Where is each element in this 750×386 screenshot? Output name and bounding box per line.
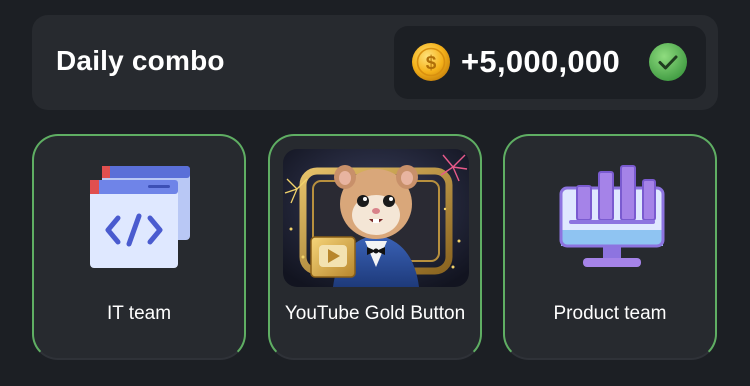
reward-pill: $ +5,000,000 xyxy=(394,26,706,99)
combo-card-it-team[interactable]: IT team xyxy=(32,134,246,360)
monitor-chart-icon xyxy=(559,165,665,267)
combo-card-youtube-gold-button[interactable]: YouTube Gold Button xyxy=(268,134,482,360)
combo-card-label: IT team xyxy=(106,303,172,324)
check-circle-icon xyxy=(649,43,687,81)
code-window-icon xyxy=(90,166,190,268)
reward-amount: +5,000,000 xyxy=(461,44,621,79)
daily-combo-title: Daily combo xyxy=(56,45,225,76)
combo-card-product-team[interactable]: Product team xyxy=(503,134,717,360)
coin-symbol: $ xyxy=(426,53,437,74)
hamster-youtube-image xyxy=(283,149,469,287)
combo-card-label: Product team xyxy=(553,303,667,324)
daily-combo-screen: Daily combo $ +5,000,000 IT team YouTube… xyxy=(0,0,750,386)
coin-icon: $ xyxy=(412,43,450,81)
combo-card-label: YouTube Gold Button xyxy=(284,303,466,324)
daily-combo-header: Daily combo $ +5,000,000 xyxy=(32,15,718,110)
